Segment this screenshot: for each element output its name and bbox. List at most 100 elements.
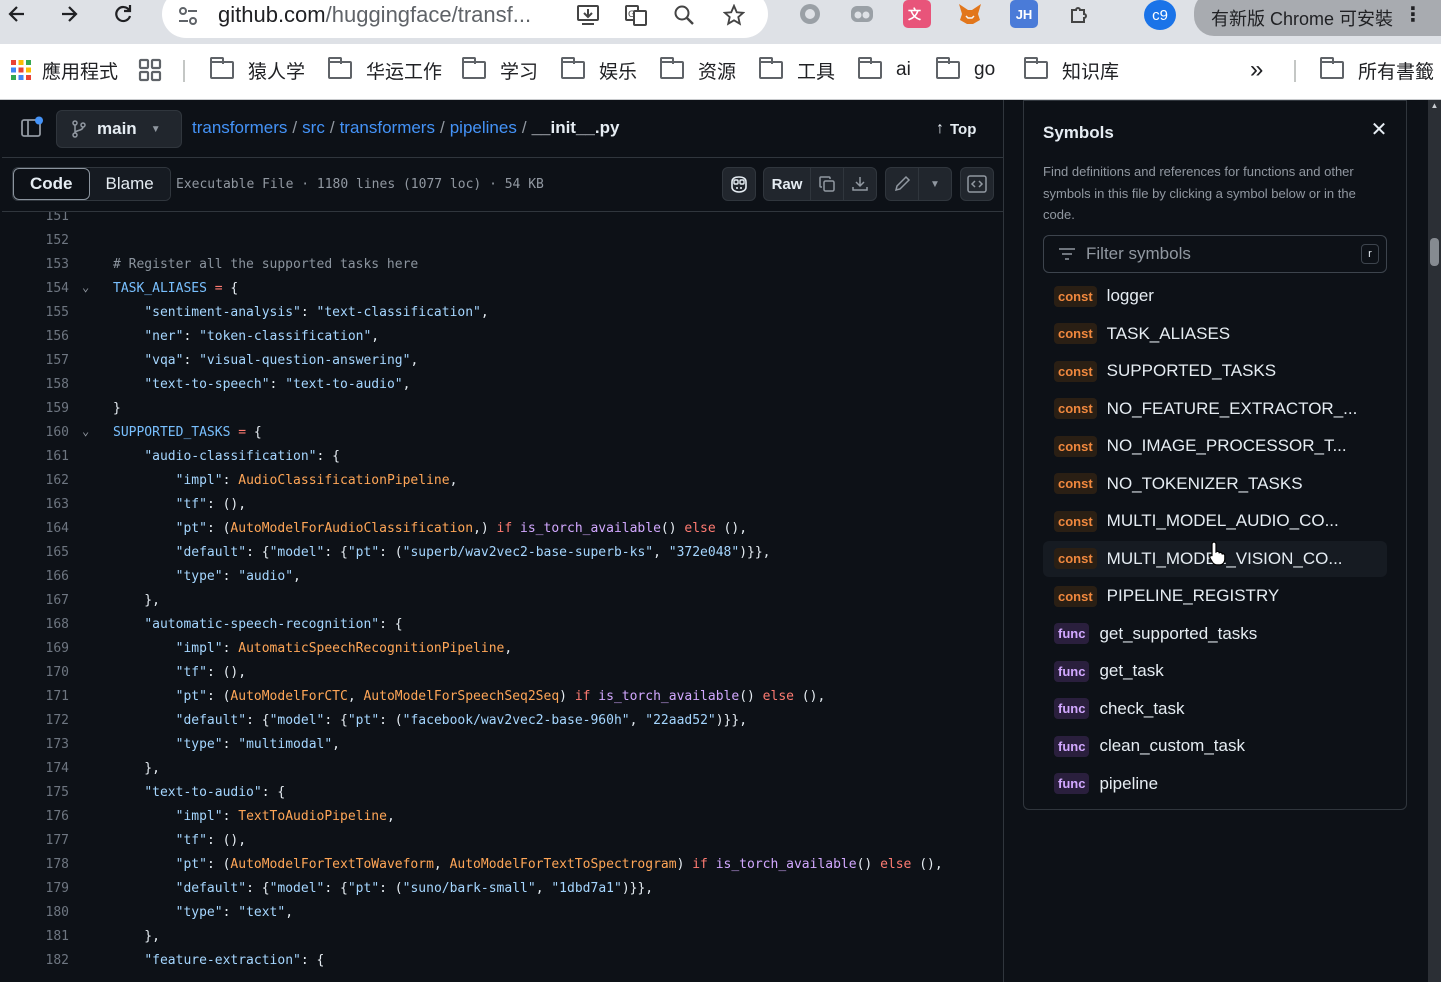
address-bar[interactable]: github.com/huggingface/transf... G bbox=[162, 0, 768, 38]
line-number[interactable]: 166 bbox=[2, 569, 69, 584]
kebab-menu-icon[interactable]: ⋮ bbox=[1403, 2, 1423, 27]
line-number[interactable]: 164 bbox=[2, 521, 69, 536]
line-number[interactable]: 169 bbox=[2, 641, 69, 656]
line-number[interactable]: 172 bbox=[2, 713, 69, 728]
bookmark-folder[interactable]: 资源 bbox=[660, 56, 736, 84]
extension-jh-icon[interactable]: JH bbox=[1010, 0, 1038, 28]
bookmarks-overflow-button[interactable]: » bbox=[1250, 56, 1263, 84]
line-number[interactable]: 151 bbox=[2, 212, 69, 224]
translate-icon[interactable]: G bbox=[622, 1, 650, 29]
bookmark-folder[interactable]: go bbox=[936, 56, 995, 84]
tab-code[interactable]: Code bbox=[13, 168, 90, 200]
install-app-icon[interactable] bbox=[574, 1, 602, 29]
line-number[interactable]: 182 bbox=[2, 953, 69, 968]
extension-translate-icon[interactable]: 文 bbox=[903, 0, 931, 28]
extension-record-icon[interactable] bbox=[796, 0, 824, 28]
chrome-update-button[interactable]: 有新版 Chrome 可安裝 ⋮ bbox=[1194, 0, 1441, 36]
breadcrumb-dir-link[interactable]: transformers bbox=[340, 118, 435, 137]
code-viewer[interactable]: 151 152 153 # Register all the supported ta… bbox=[2, 212, 1003, 982]
breadcrumb-dir-link[interactable]: src bbox=[302, 118, 325, 137]
line-number[interactable]: 156 bbox=[2, 329, 69, 344]
symbol-item[interactable]: const PIPELINE_REGISTRY bbox=[1043, 578, 1387, 614]
symbol-item[interactable]: const MULTI_MODEL_AUDIO_CO... bbox=[1043, 503, 1387, 539]
line-number[interactable]: 176 bbox=[2, 809, 69, 824]
line-number[interactable]: 162 bbox=[2, 473, 69, 488]
fold-chevron-icon[interactable]: ⌄ bbox=[82, 424, 89, 438]
line-number[interactable]: 154 bbox=[2, 281, 69, 296]
symbol-item[interactable]: func pipeline bbox=[1043, 766, 1387, 802]
symbol-item[interactable]: func get_task bbox=[1043, 653, 1387, 689]
bookmark-folder[interactable]: 娱乐 bbox=[561, 56, 637, 84]
filter-symbols-input[interactable] bbox=[1086, 242, 1346, 266]
extension-incognito-icon[interactable] bbox=[848, 0, 876, 28]
tab-groups-icon[interactable] bbox=[138, 56, 162, 84]
line-number[interactable]: 153 bbox=[2, 257, 69, 272]
copilot-button[interactable] bbox=[722, 167, 756, 201]
page-scrollbar[interactable] bbox=[1428, 100, 1441, 982]
line-number[interactable]: 170 bbox=[2, 665, 69, 680]
line-number[interactable]: 167 bbox=[2, 593, 69, 608]
scrollbar-thumb[interactable] bbox=[1430, 238, 1439, 266]
bookmark-folder[interactable]: 工具 bbox=[759, 56, 835, 84]
line-number[interactable]: 159 bbox=[2, 401, 69, 416]
bookmark-folder[interactable]: 华运工作 bbox=[328, 56, 442, 84]
raw-button[interactable]: Raw bbox=[763, 167, 811, 201]
line-number[interactable]: 179 bbox=[2, 881, 69, 896]
line-number[interactable]: 168 bbox=[2, 617, 69, 632]
line-number[interactable]: 181 bbox=[2, 929, 69, 944]
line-number[interactable]: 177 bbox=[2, 833, 69, 848]
bookmark-folder[interactable]: 猿人学 bbox=[210, 56, 305, 84]
line-number[interactable]: 180 bbox=[2, 905, 69, 920]
extensions-puzzle-icon[interactable] bbox=[1066, 0, 1094, 28]
line-number[interactable]: 155 bbox=[2, 305, 69, 320]
bookmark-folder[interactable]: 学习 bbox=[462, 56, 538, 84]
edit-options-dropdown[interactable]: ▼ bbox=[918, 167, 952, 201]
bookmark-folder[interactable]: ai bbox=[858, 56, 911, 84]
symbol-item[interactable]: func check_task bbox=[1043, 691, 1387, 727]
reload-button[interactable] bbox=[106, 0, 140, 28]
breadcrumb-dir-link[interactable]: pipelines bbox=[450, 118, 517, 137]
zoom-icon[interactable] bbox=[670, 1, 698, 29]
scroll-up-arrow-icon[interactable]: ▲ bbox=[1429, 101, 1440, 113]
fold-chevron-icon[interactable]: ⌄ bbox=[82, 280, 89, 294]
symbol-item[interactable]: const SUPPORTED_TASKS bbox=[1043, 353, 1387, 389]
line-number[interactable]: 163 bbox=[2, 497, 69, 512]
symbol-item[interactable]: func clean_custom_task bbox=[1043, 728, 1387, 764]
line-number[interactable]: 173 bbox=[2, 737, 69, 752]
copy-raw-button[interactable] bbox=[810, 167, 844, 201]
close-icon[interactable]: ✕ bbox=[1368, 119, 1390, 141]
line-number[interactable]: 152 bbox=[2, 233, 69, 248]
branch-selector-button[interactable]: main ▼ bbox=[56, 110, 182, 148]
edit-file-button[interactable] bbox=[885, 167, 919, 201]
symbol-item[interactable]: const logger bbox=[1043, 278, 1387, 314]
tab-blame[interactable]: Blame bbox=[89, 168, 170, 200]
all-bookmarks-folder[interactable]: 所有書籤 bbox=[1320, 56, 1434, 84]
forward-button[interactable] bbox=[52, 0, 86, 28]
symbols-panel-toggle[interactable] bbox=[960, 167, 994, 201]
line-number[interactable]: 158 bbox=[2, 377, 69, 392]
symbol-item[interactable]: const TASK_ALIASES bbox=[1043, 316, 1387, 352]
symbol-item[interactable]: const NO_TOKENIZER_TASKS bbox=[1043, 466, 1387, 502]
line-number[interactable]: 171 bbox=[2, 689, 69, 704]
metamask-fox-icon[interactable] bbox=[956, 0, 984, 28]
bookmark-apps[interactable]: 應用程式 bbox=[10, 56, 118, 84]
scroll-top-button[interactable]: ↑ Top bbox=[936, 120, 976, 138]
bookmark-folder[interactable]: 知识库 bbox=[1024, 56, 1119, 84]
line-number[interactable]: 165 bbox=[2, 545, 69, 560]
line-number[interactable]: 175 bbox=[2, 785, 69, 800]
line-number[interactable]: 178 bbox=[2, 857, 69, 872]
line-number[interactable]: 157 bbox=[2, 353, 69, 368]
symbol-item[interactable]: const NO_FEATURE_EXTRACTOR_... bbox=[1043, 391, 1387, 427]
profile-avatar[interactable]: c9 bbox=[1144, 0, 1176, 30]
symbol-item[interactable]: const NO_IMAGE_PROCESSOR_T... bbox=[1043, 428, 1387, 464]
sidebar-expand-icon[interactable] bbox=[20, 116, 44, 140]
bookmark-star-icon[interactable] bbox=[720, 1, 748, 29]
line-number[interactable]: 160 bbox=[2, 425, 69, 440]
site-settings-icon[interactable] bbox=[176, 4, 200, 28]
download-button[interactable] bbox=[843, 167, 877, 201]
line-number[interactable]: 161 bbox=[2, 449, 69, 464]
symbol-item[interactable]: func get_supported_tasks bbox=[1043, 616, 1387, 652]
breadcrumb-repo-link[interactable]: transformers bbox=[192, 118, 287, 137]
line-number[interactable]: 174 bbox=[2, 761, 69, 776]
back-button[interactable] bbox=[0, 0, 34, 28]
